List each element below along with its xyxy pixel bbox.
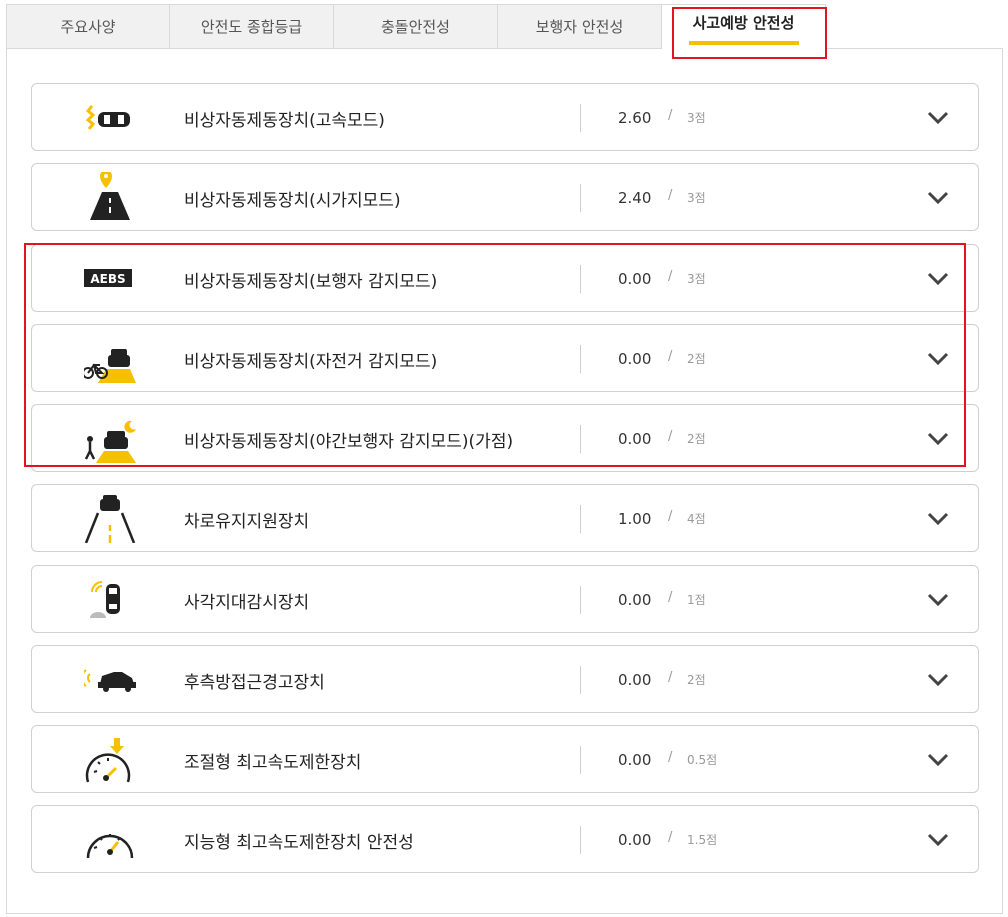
- list-item-rear-cross-alert[interactable]: 후측방접근경고장치 0.00 / 2점: [31, 645, 979, 713]
- item-label: 비상자동제동장치(보행자 감지모드): [184, 272, 438, 292]
- divider: [580, 826, 581, 854]
- item-label: 비상자동제동장치(야간보행자 감지모드)(가점): [184, 432, 514, 452]
- tab-collision-safety[interactable]: 충돌안전성: [334, 4, 498, 49]
- score-slash: /: [668, 750, 673, 765]
- divider: [580, 425, 581, 453]
- item-score: 2.60: [618, 109, 652, 127]
- score-slash: /: [668, 590, 673, 605]
- adjustable-speed-limiter-icon: [84, 734, 136, 784]
- tab-overall-grade[interactable]: 안전도 종합등급: [170, 4, 334, 49]
- item-max-score: 2점: [687, 673, 706, 687]
- item-max-score: 3점: [687, 111, 706, 125]
- chevron-down-icon[interactable]: [925, 104, 951, 130]
- list-item-intelligent-speed-limiter[interactable]: 지능형 최고속도제한장치 안전성 0.00 / 1.5점: [31, 805, 979, 873]
- divider: [580, 184, 581, 212]
- item-score: 0.00: [618, 430, 652, 448]
- item-score: 0.00: [618, 591, 652, 609]
- list-item-aeb-bicycle[interactable]: 비상자동제동장치(자전거 감지모드) 0.00 / 2점: [31, 324, 979, 392]
- tab-label: 보행자 안전성: [535, 18, 624, 36]
- item-max-score: 0.5점: [687, 753, 718, 767]
- tab-bar: 주요사양 안전도 종합등급 충돌안전성 보행자 안전성 사고예방 안전성: [6, 4, 1003, 49]
- item-label: 차로유지지원장치: [184, 512, 310, 532]
- active-tab-underline: [688, 41, 799, 45]
- item-max-score: 2점: [687, 432, 706, 446]
- score-slash: /: [668, 429, 673, 444]
- divider: [580, 586, 581, 614]
- item-label: 조절형 최고속도제한장치: [184, 753, 362, 773]
- score-slash: /: [668, 349, 673, 364]
- tab-main-specs[interactable]: 주요사양: [6, 4, 170, 49]
- tab-label: 안전도 종합등급: [200, 18, 303, 36]
- rear-cross-alert-icon: [84, 654, 136, 704]
- item-label: 비상자동제동장치(자전거 감지모드): [184, 352, 438, 372]
- item-score: 2.40: [618, 189, 652, 207]
- chevron-down-icon[interactable]: [925, 826, 951, 852]
- aebs-badge-icon: AEBS: [84, 253, 136, 303]
- item-label: 사각지대감시장치: [184, 593, 310, 613]
- score-slash: /: [668, 188, 673, 203]
- item-score: 0.00: [618, 270, 652, 288]
- item-score: 0.00: [618, 350, 652, 368]
- list-item-aeb-night-pedestrian[interactable]: 비상자동제동장치(야간보행자 감지모드)(가점) 0.00 / 2점: [31, 404, 979, 472]
- score-slash: /: [668, 830, 673, 845]
- tab-label: 주요사양: [60, 18, 116, 36]
- chevron-down-icon[interactable]: [925, 345, 951, 371]
- divider: [580, 746, 581, 774]
- item-max-score: 2점: [687, 352, 706, 366]
- list-item-blind-spot[interactable]: 사각지대감시장치 0.00 / 1점: [31, 565, 979, 633]
- tab-bar-filler: [826, 4, 1003, 49]
- tab-accident-prevention[interactable]: 사고예방 안전성: [662, 4, 826, 49]
- item-max-score: 3점: [687, 272, 706, 286]
- aebs-badge-text: AEBS: [90, 272, 125, 286]
- item-score: 0.00: [618, 751, 652, 769]
- divider: [580, 345, 581, 373]
- item-score: 1.00: [618, 510, 652, 528]
- list-item-lane-keeping[interactable]: 차로유지지원장치 1.00 / 4점: [31, 484, 979, 552]
- bicycle-car-icon: [84, 333, 136, 383]
- item-label: 지능형 최고속도제한장치 안전성: [184, 833, 414, 853]
- chevron-down-icon[interactable]: [925, 746, 951, 772]
- item-score: 0.00: [618, 671, 652, 689]
- list-item-aeb-city[interactable]: 비상자동제동장치(시가지모드) 2.40 / 3점: [31, 163, 979, 231]
- item-max-score: 1점: [687, 593, 706, 607]
- chevron-down-icon[interactable]: [925, 184, 951, 210]
- chevron-down-icon[interactable]: [925, 265, 951, 291]
- night-pedestrian-car-icon: [84, 413, 136, 463]
- chevron-down-icon[interactable]: [925, 505, 951, 531]
- score-slash: /: [668, 509, 673, 524]
- divider: [580, 104, 581, 132]
- list-item-adjustable-speed-limiter[interactable]: 조절형 최고속도제한장치 0.00 / 0.5점: [31, 725, 979, 793]
- item-label: 비상자동제동장치(고속모드): [184, 111, 385, 131]
- divider: [580, 666, 581, 694]
- car-collision-icon: [84, 92, 136, 142]
- divider: [580, 265, 581, 293]
- list-item-aeb-pedestrian[interactable]: AEBS 비상자동제동장치(보행자 감지모드) 0.00 / 3점: [31, 244, 979, 312]
- road-pin-icon: [84, 172, 136, 222]
- lane-keeping-icon: [84, 493, 136, 543]
- list-item-aeb-highway[interactable]: 비상자동제동장치(고속모드) 2.60 / 3점: [31, 83, 979, 151]
- chevron-down-icon[interactable]: [925, 586, 951, 612]
- chevron-down-icon[interactable]: [925, 666, 951, 692]
- item-max-score: 4점: [687, 512, 706, 526]
- chevron-down-icon[interactable]: [925, 425, 951, 451]
- tab-label: 충돌안전성: [380, 18, 450, 36]
- intelligent-speed-limiter-icon: [84, 814, 136, 864]
- blind-spot-icon: [84, 574, 136, 624]
- tab-label: 사고예방 안전성: [692, 14, 795, 32]
- item-label: 후측방접근경고장치: [184, 673, 325, 693]
- item-score: 0.00: [618, 831, 652, 849]
- score-slash: /: [668, 670, 673, 685]
- score-slash: /: [668, 269, 673, 284]
- score-slash: /: [668, 108, 673, 123]
- item-max-score: 3점: [687, 191, 706, 205]
- divider: [580, 505, 581, 533]
- tab-pedestrian-safety[interactable]: 보행자 안전성: [498, 4, 662, 49]
- item-label: 비상자동제동장치(시가지모드): [184, 191, 401, 211]
- item-max-score: 1.5점: [687, 833, 718, 847]
